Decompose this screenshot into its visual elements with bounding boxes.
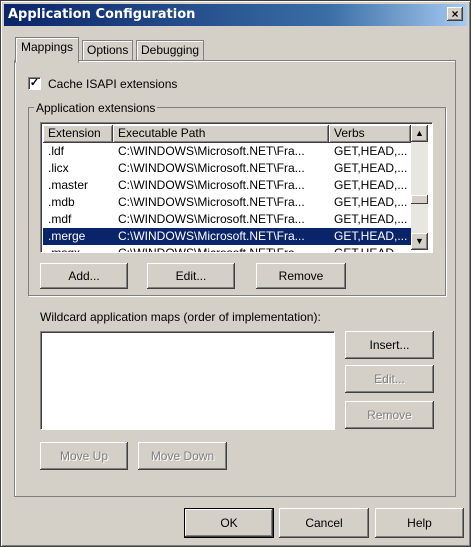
move-down-button[interactable]: Move Down xyxy=(138,442,227,470)
cell-verbs: GET,HEAD,... xyxy=(334,178,408,192)
cell-executable-path: C:\WINDOWS\Microsoft.NET\Fra... xyxy=(118,229,305,243)
move-up-button[interactable]: Move Up xyxy=(40,442,128,470)
cell-extension: .licx xyxy=(48,161,69,175)
application-configuration-dialog: Application Configuration × Mappings Opt… xyxy=(0,0,471,547)
cell-verbs: GET,HEAD,... xyxy=(334,144,408,158)
scroll-up-icon[interactable]: ▲ xyxy=(411,125,428,142)
list-row[interactable]: .mdf C:\WINDOWS\Microsoft.NET\Fra... GET… xyxy=(43,211,411,228)
wildcard-maps-label: Wildcard application maps (order of impl… xyxy=(40,310,321,324)
list-row[interactable]: .mdb C:\WINDOWS\Microsoft.NET\Fra... GET… xyxy=(43,194,411,211)
list-row-selected[interactable]: .merge C:\WINDOWS\Microsoft.NET\Fra... G… xyxy=(43,228,411,245)
cell-executable-path: C:\WINDOWS\Microsoft.NET\Fra... xyxy=(118,178,305,192)
list-row[interactable]: .ldf C:\WINDOWS\Microsoft.NET\Fra... GET… xyxy=(43,143,411,160)
insert-button[interactable]: Insert... xyxy=(345,331,434,359)
cell-extension: .master xyxy=(48,178,89,192)
cell-verbs: GET,HEAD,... xyxy=(334,246,408,253)
add-button[interactable]: Add... xyxy=(40,263,128,289)
cell-executable-path: C:\WINDOWS\Microsoft.NET\Fra... xyxy=(118,246,305,253)
list-row[interactable]: .msgx C:\WINDOWS\Microsoft.NET\Fra... GE… xyxy=(43,245,411,253)
cache-isapi-checkbox[interactable]: ✓ xyxy=(28,77,41,90)
cell-extension: .mdf xyxy=(48,212,72,226)
cell-executable-path: C:\WINDOWS\Microsoft.NET\Fra... xyxy=(118,212,305,226)
scrollbar-thumb[interactable] xyxy=(411,195,428,204)
cell-extension: .mdb xyxy=(48,195,75,209)
cell-verbs: GET,HEAD,... xyxy=(334,212,408,226)
title-bar[interactable]: Application Configuration × xyxy=(4,4,467,26)
column-header-extension[interactable]: Extension xyxy=(43,125,113,143)
help-button[interactable]: Help xyxy=(375,508,464,538)
cell-executable-path: C:\WINDOWS\Microsoft.NET\Fra... xyxy=(118,195,305,209)
application-extensions-group-label: Application extensions xyxy=(34,101,158,115)
tab-debugging[interactable]: Debugging xyxy=(136,40,205,61)
application-extensions-list[interactable]: Extension Executable Path Verbs .ldf C:\… xyxy=(40,122,433,253)
cell-executable-path: C:\WINDOWS\Microsoft.NET\Fra... xyxy=(118,161,305,175)
cell-verbs: GET,HEAD,... xyxy=(334,161,408,175)
remove-button[interactable]: Remove xyxy=(256,263,346,289)
cell-verbs: GET,HEAD,... xyxy=(334,195,408,209)
wildcard-maps-list[interactable] xyxy=(40,331,335,430)
column-header-verbs[interactable]: Verbs xyxy=(329,125,411,143)
ok-button[interactable]: OK xyxy=(184,508,274,538)
cell-extension: .merge xyxy=(48,229,86,243)
cell-verbs: GET,HEAD,... xyxy=(334,229,408,243)
list-row[interactable]: .master C:\WINDOWS\Microsoft.NET\Fra... … xyxy=(43,177,411,194)
list-header: Extension Executable Path Verbs xyxy=(43,125,411,143)
cell-extension: .ldf xyxy=(48,144,65,158)
tab-mappings[interactable]: Mappings xyxy=(15,37,80,63)
cell-extension: .msgx xyxy=(48,246,81,253)
scroll-down-icon[interactable]: ▼ xyxy=(411,233,428,250)
cache-isapi-label[interactable]: Cache ISAPI extensions xyxy=(48,77,177,91)
window-title: Application Configuration xyxy=(8,7,196,22)
column-header-executable-path[interactable]: Executable Path xyxy=(113,125,329,143)
close-icon[interactable]: × xyxy=(447,7,463,21)
edit-button[interactable]: Edit... xyxy=(147,263,235,289)
cancel-button[interactable]: Cancel xyxy=(279,508,369,538)
tab-options[interactable]: Options xyxy=(82,40,134,61)
cell-executable-path: C:\WINDOWS\Microsoft.NET\Fra... xyxy=(118,144,305,158)
wildcard-remove-button[interactable]: Remove xyxy=(345,401,434,429)
list-row[interactable]: .licx C:\WINDOWS\Microsoft.NET\Fra... GE… xyxy=(43,160,411,177)
wildcard-edit-button[interactable]: Edit... xyxy=(345,365,434,393)
list-vertical-scrollbar[interactable]: ▲ ▼ xyxy=(411,125,428,250)
